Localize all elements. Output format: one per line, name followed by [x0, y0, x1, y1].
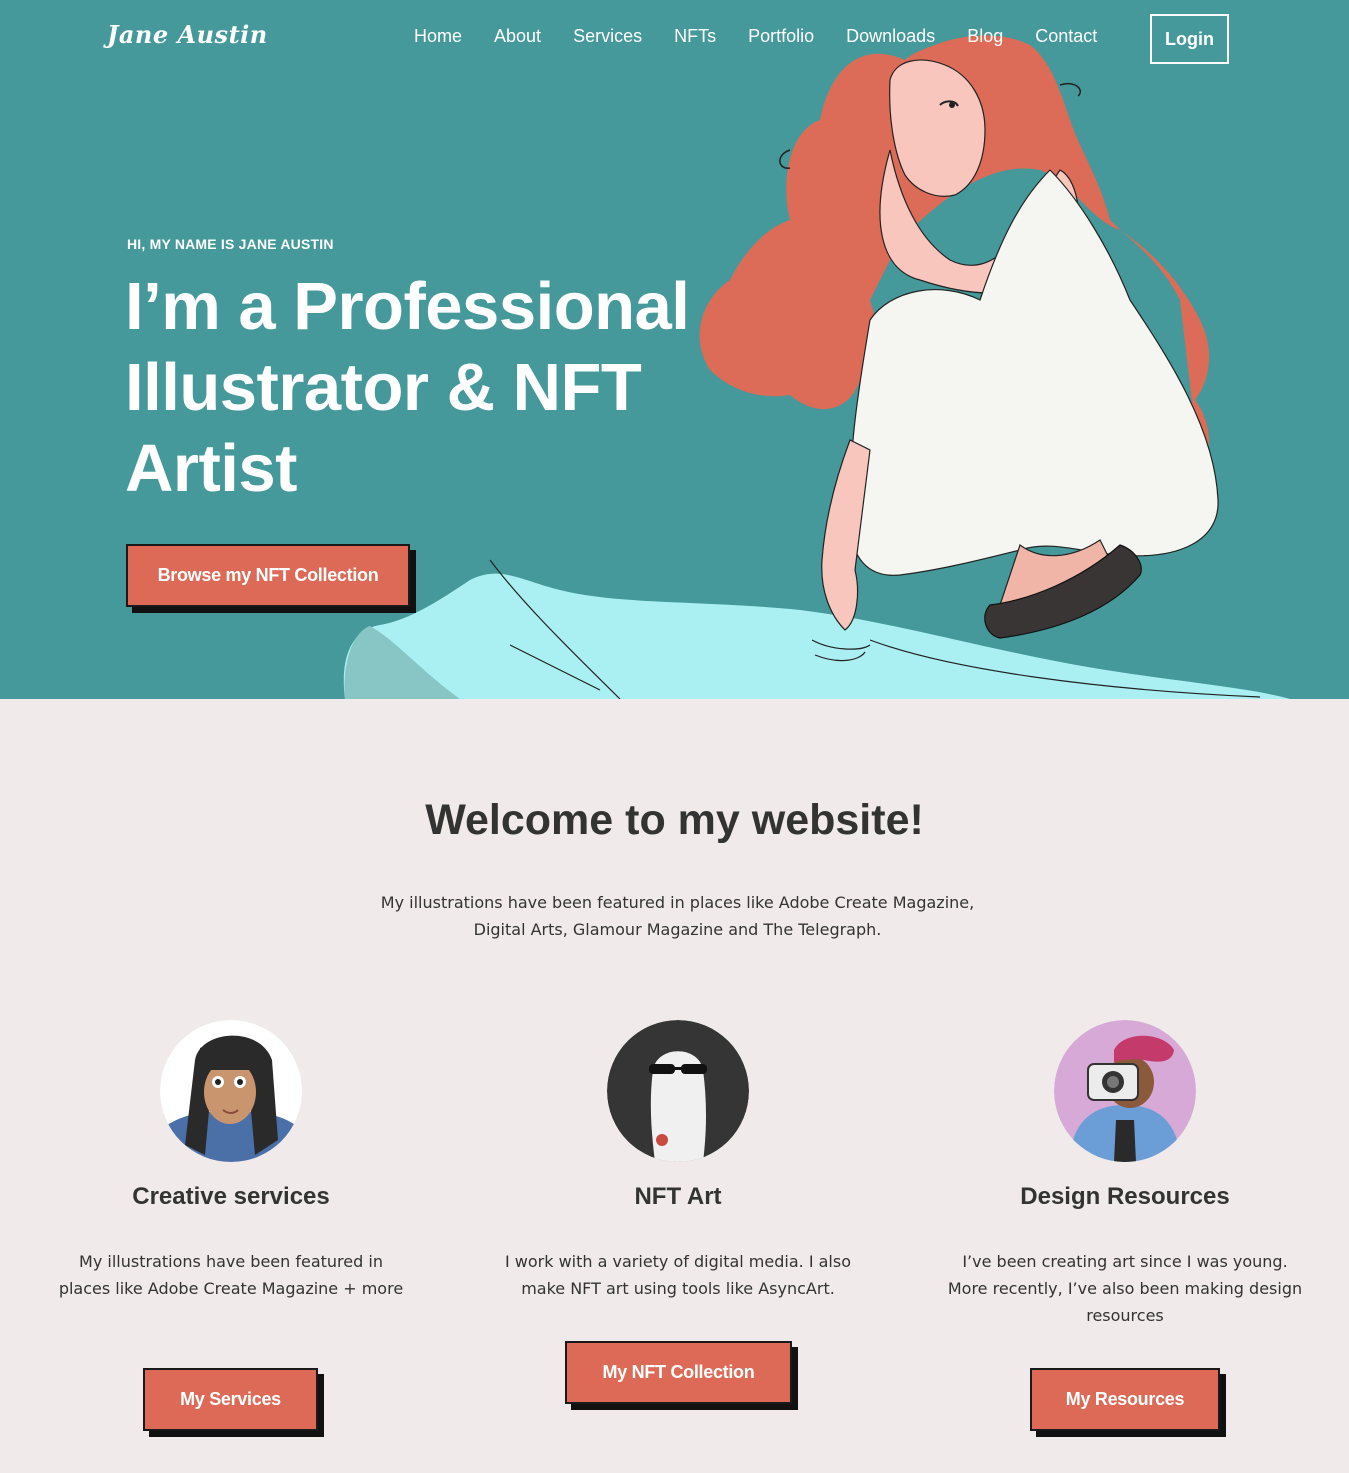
hero-headline: I’m a Professional Illustrator & NFT Art…	[125, 269, 690, 506]
my-services-button[interactable]: My Services	[143, 1368, 318, 1431]
feature-creative-services: Creative services My illustrations have …	[41, 1020, 421, 1302]
my-resources-button[interactable]: My Resources	[1030, 1368, 1220, 1431]
nav-blog[interactable]: Blog	[967, 26, 1003, 47]
site-logo[interactable]: Jane Austin	[107, 20, 268, 49]
feature-nft-art: NFT Art I work with a variety of digital…	[488, 1020, 868, 1302]
browse-nft-collection-button[interactable]: Browse my NFT Collection	[126, 544, 410, 607]
feature-design-resources: Design Resources I’ve been creating art …	[935, 1020, 1315, 1329]
welcome-title: Welcome to my website!	[425, 796, 924, 844]
hero-eyebrow: HI, MY NAME IS JANE AUSTIN	[127, 236, 334, 252]
feature-text: I work with a variety of digital media. …	[504, 1252, 851, 1298]
feature-text: I’ve been creating art since I was young…	[947, 1252, 1303, 1325]
login-button[interactable]: Login	[1150, 14, 1229, 64]
feature-title: Design Resources	[1020, 1183, 1230, 1210]
nav-nfts[interactable]: NFTs	[674, 26, 716, 47]
nav-downloads[interactable]: Downloads	[846, 26, 935, 47]
feature-text: My illustrations have been featured in p…	[58, 1252, 404, 1298]
feature-title: Creative services	[132, 1183, 330, 1210]
my-nft-collection-button[interactable]: My NFT Collection	[565, 1341, 792, 1404]
nav-portfolio[interactable]: Portfolio	[748, 26, 814, 47]
photographer-icon	[1054, 1020, 1196, 1162]
hero-section: Jane Austin Home About Services NFTs Por…	[0, 0, 1349, 699]
nav-home[interactable]: Home	[414, 26, 462, 47]
welcome-text: My illustrations have been featured in p…	[380, 893, 975, 939]
ghost-sunglasses-icon	[607, 1020, 749, 1162]
girl-portrait-icon	[160, 1020, 302, 1162]
nav-contact[interactable]: Contact	[1035, 26, 1097, 47]
feature-title: NFT Art	[634, 1183, 722, 1210]
nav-about[interactable]: About	[494, 26, 541, 47]
nav-services[interactable]: Services	[573, 26, 642, 47]
main-nav: Home About Services NFTs Portfolio Downl…	[400, 26, 1129, 47]
